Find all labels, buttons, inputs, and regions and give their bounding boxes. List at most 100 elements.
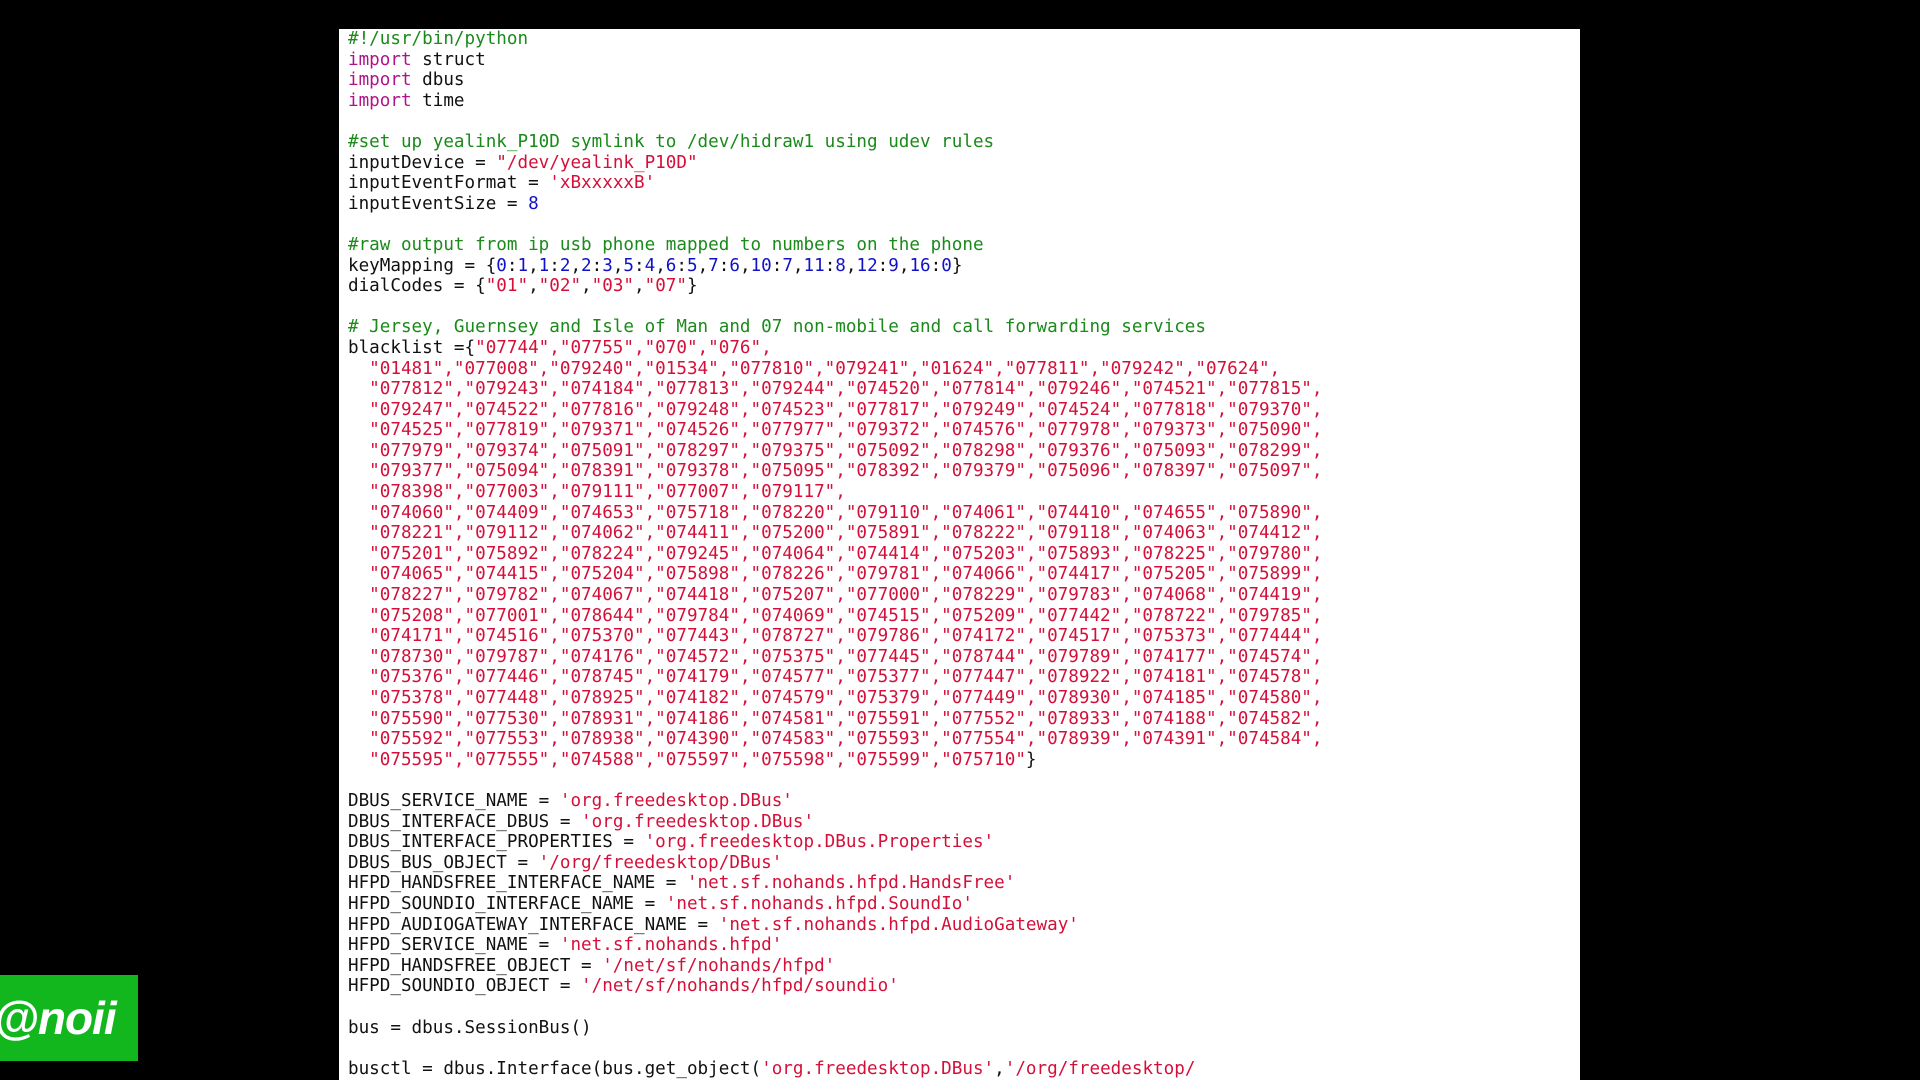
code-line: "075590","077530","078931","074186","074…: [348, 709, 1580, 730]
code-token-number: 12: [856, 255, 878, 276]
code-text[interactable]: #!/usr/bin/python import struct import dbu…: [339, 29, 1580, 1079]
code-token-number: 6: [729, 255, 740, 276]
code-token-plain: struct: [411, 49, 486, 70]
code-line: HFPD_SERVICE_NAME = 'net.sf.nohands.hfpd…: [348, 935, 1580, 956]
code-line: HFPD_AUDIOGATEWAY_INTERFACE_NAME = 'net.…: [348, 915, 1580, 936]
code-line: dialCodes = {"01","02","03","07"}: [348, 276, 1580, 297]
code-line: "078227","079782","074067","074418","075…: [348, 585, 1580, 606]
code-line: "075376","077446","078745","074179","074…: [348, 667, 1580, 688]
code-line: "075595","077555","074588","075597","075…: [348, 750, 1580, 771]
code-token-string: 'net.sf.nohands.hfpd': [559, 935, 783, 956]
code-token-plain: HFPD_HANDSFREE_OBJECT =: [348, 955, 603, 976]
code-line: DBUS_SERVICE_NAME = 'org.freedesktop.DBu…: [348, 791, 1580, 812]
code-token-string: "01": [485, 276, 529, 297]
code-line: "077812","079243","074184","077813","079…: [348, 379, 1580, 400]
code-line: "079377","075094","078391","079378","075…: [348, 461, 1580, 482]
code-token-plain: ,: [792, 255, 804, 276]
code-line: "074065","074415","075204","075898","078…: [348, 564, 1580, 585]
code-token-string: "075208","077001","078644","079784","074…: [348, 605, 1323, 626]
code-line: HFPD_SOUNDIO_OBJECT = '/net/sf/nohands/h…: [348, 976, 1580, 997]
code-token-plain: ,: [697, 255, 709, 276]
code-token-string: "075590","077530","078931","074186","074…: [348, 708, 1323, 729]
code-token-string: "075201","075892","078224","079245","074…: [348, 543, 1323, 564]
code-token-plain: HFPD_AUDIOGATEWAY_INTERFACE_NAME =: [348, 914, 719, 935]
code-token-number: 2: [581, 255, 592, 276]
code-token-string: "01481","077008","079240","01534","07781…: [348, 358, 1281, 379]
code-token-plain: bus = dbus.SessionBus(): [348, 1017, 592, 1038]
code-line: ​: [348, 997, 1580, 1018]
code-line: import time: [348, 91, 1580, 112]
code-token-string: 'org.freedesktop.DBus.Properties': [644, 832, 995, 853]
code-token-plain: keyMapping = {: [348, 255, 497, 276]
code-token-number: 7: [782, 255, 793, 276]
code-token-string: "078730","079787","074176","074572","075…: [348, 646, 1323, 667]
code-line: import dbus: [348, 70, 1580, 91]
code-token-number: 8: [528, 193, 539, 214]
code-token-plain: blacklist ={: [348, 337, 476, 358]
code-token-string: "078398","077003","079111","077007","079…: [348, 482, 846, 503]
code-token-string: "075378","077448","078925","074182","074…: [348, 688, 1323, 708]
code-token-string: "075376","077446","078745","074179","074…: [348, 667, 1323, 688]
code-line: "01481","077008","079240","01534","07781…: [348, 359, 1580, 380]
code-token-string: "03": [591, 276, 635, 297]
code-token-plain: busctl = dbus.Interface(bus.get_object(: [348, 1058, 762, 1079]
code-line: #!/usr/bin/python: [348, 29, 1580, 50]
code-token-plain: ,: [655, 255, 666, 276]
code-line: "074525","077819","079371","074526","077…: [348, 420, 1580, 441]
code-token-plain: inputEventSize =: [348, 193, 529, 214]
code-token-number: 16: [909, 255, 931, 276]
code-token-string: 'net.sf.nohands.hfpd.AudioGateway': [718, 914, 1079, 935]
code-token-string: "074525","077819","079371","074526","077…: [348, 420, 1323, 441]
code-token-plain: dialCodes = {: [348, 276, 486, 297]
code-line: "078221","079112","074062","074411","075…: [348, 523, 1580, 544]
code-token-keyword: import: [348, 70, 412, 91]
code-token-string: "07744","07755","070","076",: [475, 337, 772, 358]
code-line: "075208","077001","078644","079784","074…: [348, 606, 1580, 627]
code-line: inputDevice = "/dev/yealink_P10D": [348, 153, 1580, 174]
code-line: ​: [348, 111, 1580, 132]
code-token-plain: :: [676, 255, 687, 276]
code-token-plain: :: [634, 255, 645, 276]
code-token-comment: # Jersey, Guernsey and Isle of Man and 0…: [348, 317, 1206, 338]
code-token-string: "/dev/yealink_P10D": [496, 152, 698, 173]
channel-watermark: @noii: [0, 975, 138, 1061]
code-line: #set up yealink_P10D symlink to /dev/hid…: [348, 132, 1580, 153]
code-token-plain: ,: [528, 276, 539, 297]
code-token-plain: HFPD_HANDSFREE_INTERFACE_NAME =: [348, 873, 687, 894]
code-token-plain: ,: [570, 255, 582, 276]
code-token-number: 0: [496, 255, 507, 276]
code-token-plain: ,: [612, 255, 624, 276]
code-line: ​: [348, 214, 1580, 235]
code-line: HFPD_HANDSFREE_OBJECT = '/net/sf/nohands…: [348, 956, 1580, 977]
code-token-plain: ,: [581, 276, 592, 297]
code-token-plain: ,: [845, 255, 857, 276]
code-line: "078730","079787","074176","074572","075…: [348, 647, 1580, 668]
code-token-number: 0: [941, 255, 952, 276]
code-token-string: "02": [538, 276, 582, 297]
code-token-string: "074065","074415","075204","075898","078…: [348, 564, 1323, 585]
code-token-plain: DBUS_BUS_OBJECT =: [348, 852, 539, 873]
code-token-plain: ,: [739, 255, 751, 276]
code-token-number: 6: [665, 255, 677, 276]
code-line: HFPD_HANDSFREE_INTERFACE_NAME = 'net.sf.…: [348, 873, 1580, 894]
code-token-number: 11: [803, 255, 825, 276]
code-line: DBUS_BUS_OBJECT = '/org/freedesktop/DBus…: [348, 853, 1580, 874]
code-line: keyMapping = {0:1,1:2,2:3,5:4,6:5,7:6,10…: [348, 256, 1580, 277]
code-line: "075201","075892","078224","079245","074…: [348, 544, 1580, 565]
code-token-string: 'xBxxxxxB': [549, 173, 656, 194]
code-token-number: 5: [623, 255, 635, 276]
code-line: "075592","077553","078938","074390","074…: [348, 729, 1580, 750]
code-token-plain: :: [549, 255, 560, 276]
code-line: HFPD_SOUNDIO_INTERFACE_NAME = 'net.sf.no…: [348, 894, 1580, 915]
code-line: "078398","077003","079111","077007","079…: [348, 482, 1580, 503]
code-line: "074060","074409","074653","075718","078…: [348, 503, 1580, 524]
code-token-number: 2: [559, 255, 571, 276]
code-line: DBUS_INTERFACE_DBUS = 'org.freedesktop.D…: [348, 812, 1580, 833]
code-token-keyword: import: [348, 49, 412, 70]
code-token-plain: HFPD_SERVICE_NAME =: [348, 935, 560, 956]
code-line: #raw output from ip usb phone mapped to …: [348, 235, 1580, 256]
code-token-string: 'org.freedesktop.DBus': [559, 790, 793, 811]
code-token-string: '/org/freedesktop/: [1004, 1058, 1196, 1079]
code-editor[interactable]: #!/usr/bin/python import struct import dbu…: [339, 29, 1580, 1080]
code-token-number: 8: [835, 255, 846, 276]
